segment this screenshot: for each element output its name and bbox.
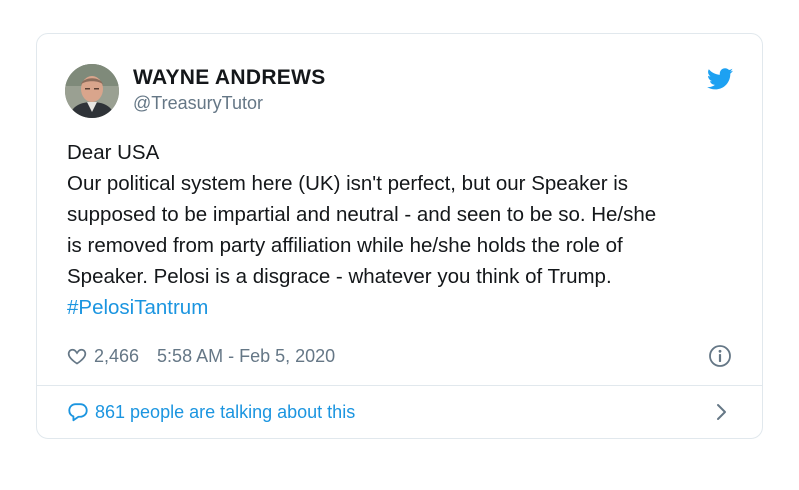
info-icon[interactable] [708, 344, 732, 368]
avatar[interactable] [65, 64, 119, 118]
like-count[interactable]: 2,466 [94, 346, 139, 367]
chevron-right-icon[interactable] [715, 402, 729, 422]
author-handle[interactable]: @TreasuryTutor [133, 93, 263, 114]
tweet-text-line: Our political system here (UK) isn't per… [67, 172, 629, 195]
divider [37, 385, 762, 386]
tweet-text-line: Speaker. Pelosi is a disgrace - whatever… [67, 265, 612, 288]
tweet-text-line: supposed to be impartial and neutral - a… [67, 203, 657, 226]
twitter-bird-icon[interactable] [707, 68, 733, 90]
heart-icon[interactable] [67, 346, 87, 366]
tweet-text: Dear USA Our political system here (UK) … [67, 137, 747, 323]
tweet-text-line: Dear USA [67, 141, 160, 164]
tweet-meta: 2,466 5:58 AM - Feb 5, 2020 [67, 343, 335, 369]
tweet-timestamp[interactable]: 5:58 AM - Feb 5, 2020 [157, 346, 335, 367]
tweet-card[interactable]: WAYNE ANDREWS @TreasuryTutor Dear USA Ou… [36, 33, 763, 439]
author-name[interactable]: WAYNE ANDREWS [133, 66, 326, 90]
conversation-link[interactable]: 861 people are talking about this [67, 399, 355, 425]
speech-bubble-icon [68, 403, 88, 422]
tweet-text-line: is removed from party affiliation while … [67, 234, 623, 257]
hashtag-link[interactable]: #PelosiTantrum [67, 292, 747, 323]
conversation-text[interactable]: 861 people are talking about this [95, 402, 355, 423]
